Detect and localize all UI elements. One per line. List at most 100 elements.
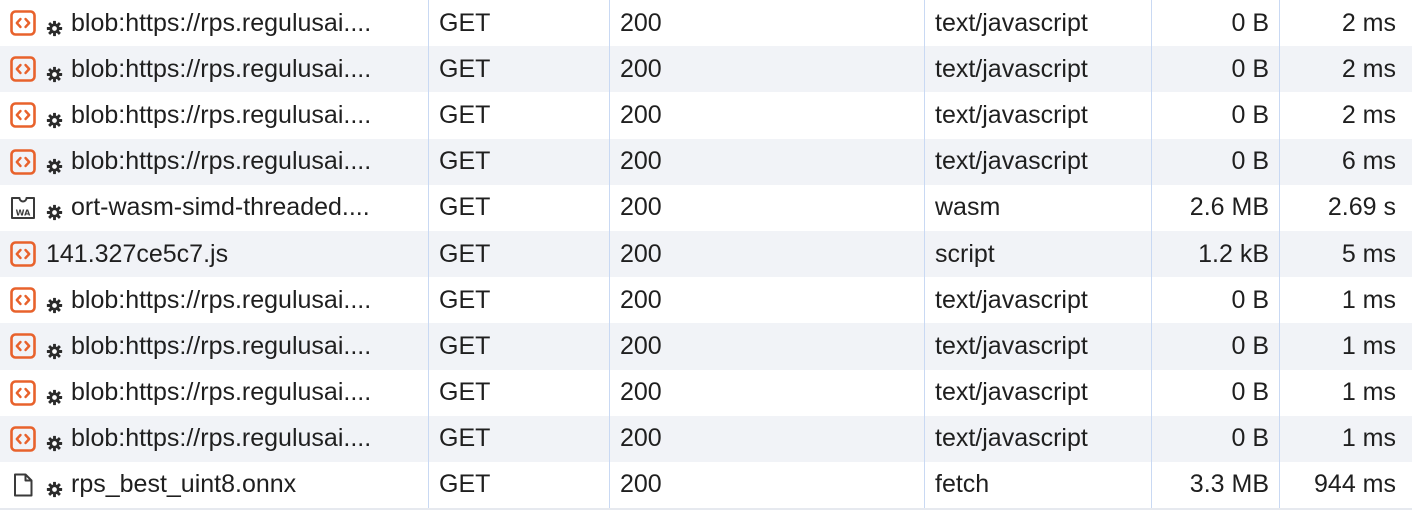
table-row[interactable]: blob:https://rps.regulusai.... GET 200 t…: [0, 0, 1412, 47]
table-row[interactable]: WA ort-wasm-simd-threaded.... GET 200 wa…: [0, 184, 1412, 231]
request-status: 200: [620, 100, 662, 129]
request-size: 0 B: [1231, 147, 1269, 176]
request-method: GET: [439, 424, 491, 453]
type-cell: text/javascript: [925, 138, 1152, 185]
script-icon: [10, 56, 36, 83]
request-size: 0 B: [1231, 331, 1269, 360]
request-type: text/javascript: [935, 147, 1088, 176]
time-cell: 1 ms: [1280, 370, 1412, 416]
name-cell[interactable]: blob:https://rps.regulusai....: [0, 46, 429, 93]
network-request-table: blob:https://rps.regulusai.... GET 200 t…: [0, 0, 1412, 510]
script-icon: [10, 333, 36, 360]
time-cell: 944 ms: [1280, 462, 1412, 508]
table-row[interactable]: blob:https://rps.regulusai.... GET 200 t…: [0, 323, 1412, 370]
request-method: GET: [439, 100, 491, 129]
gear-icon: [46, 61, 63, 82]
name-cell[interactable]: 141.327ce5c7.js: [0, 230, 429, 278]
type-cell: text/javascript: [925, 369, 1152, 416]
type-cell: script: [925, 230, 1152, 278]
name-cell[interactable]: blob:https://rps.regulusai....: [0, 369, 429, 416]
status-cell: 200: [610, 369, 925, 416]
name-cell[interactable]: WA ort-wasm-simd-threaded....: [0, 184, 429, 231]
request-time: 2 ms: [1341, 100, 1396, 129]
request-name: blob:https://rps.regulusai....: [71, 424, 372, 453]
time-cell: 2 ms: [1280, 92, 1412, 138]
script-icon: [10, 379, 36, 406]
request-type: text/javascript: [935, 378, 1088, 407]
method-cell: GET: [429, 277, 610, 324]
method-cell: GET: [429, 230, 610, 278]
gear-icon: [46, 153, 63, 175]
request-name: rps_best_uint8.onnx: [71, 470, 297, 499]
name-cell[interactable]: rps_best_uint8.onnx: [0, 461, 429, 509]
request-name: blob:https://rps.regulusai....: [71, 54, 372, 83]
request-name: blob:https://rps.regulusai....: [71, 378, 372, 407]
request-method: GET: [439, 54, 491, 83]
request-size: 0 B: [1231, 8, 1269, 37]
table-row[interactable]: rps_best_uint8.onnx GET 200 fetch 3.3 MB…: [0, 461, 1412, 509]
table-row[interactable]: blob:https://rps.regulusai.... GET 200 t…: [0, 369, 1412, 416]
table-row[interactable]: blob:https://rps.regulusai.... GET 200 t…: [0, 138, 1412, 185]
gear-icon: [46, 15, 63, 36]
gear-icon: [46, 430, 63, 452]
request-method: GET: [439, 147, 491, 176]
request-time: 5 ms: [1341, 239, 1396, 268]
name-cell[interactable]: blob:https://rps.regulusai....: [0, 92, 429, 139]
request-rows: blob:https://rps.regulusai.... GET 200 t…: [0, 0, 1412, 509]
time-cell: 1 ms: [1280, 323, 1412, 369]
request-status: 200: [620, 8, 662, 37]
request-status: 200: [620, 470, 662, 499]
request-size: 0 B: [1231, 54, 1269, 83]
request-status: 200: [620, 331, 662, 360]
script-icon: [10, 241, 36, 267]
request-size: 3.3 MB: [1189, 470, 1269, 499]
name-cell[interactable]: blob:https://rps.regulusai....: [0, 138, 429, 185]
request-size: 0 B: [1231, 100, 1269, 129]
request-size: 0 B: [1231, 285, 1269, 314]
size-cell: 0 B: [1152, 0, 1280, 47]
table-row[interactable]: blob:https://rps.regulusai.... GET 200 t…: [0, 46, 1412, 93]
request-method: GET: [439, 8, 491, 37]
request-status: 200: [620, 54, 662, 83]
name-cell[interactable]: blob:https://rps.regulusai....: [0, 323, 429, 370]
size-cell: 0 B: [1152, 92, 1280, 139]
table-row[interactable]: blob:https://rps.regulusai.... GET 200 t…: [0, 277, 1412, 324]
gear-icon: [46, 384, 63, 406]
time-cell: 5 ms: [1280, 231, 1412, 277]
size-cell: 2.6 MB: [1152, 184, 1280, 231]
request-method: GET: [439, 239, 491, 268]
method-cell: GET: [429, 138, 610, 185]
type-cell: text/javascript: [925, 323, 1152, 370]
request-status: 200: [620, 147, 662, 176]
request-type: text/javascript: [935, 331, 1088, 360]
status-cell: 200: [610, 138, 925, 185]
script-icon: [10, 148, 36, 175]
type-cell: text/javascript: [925, 46, 1152, 93]
request-size: 0 B: [1231, 378, 1269, 407]
request-time: 1 ms: [1341, 378, 1396, 407]
time-cell: 6 ms: [1280, 139, 1412, 185]
time-cell: 2 ms: [1280, 46, 1412, 92]
table-row[interactable]: blob:https://rps.regulusai.... GET 200 t…: [0, 415, 1412, 462]
request-name: blob:https://rps.regulusai....: [71, 8, 372, 37]
request-name: blob:https://rps.regulusai....: [71, 147, 372, 176]
table-row[interactable]: blob:https://rps.regulusai.... GET 200 t…: [0, 92, 1412, 139]
type-cell: text/javascript: [925, 0, 1152, 47]
request-status: 200: [620, 378, 662, 407]
table-row[interactable]: 141.327ce5c7.js GET 200 script 1.2 kB 5 …: [0, 230, 1412, 278]
name-cell[interactable]: blob:https://rps.regulusai....: [0, 415, 429, 462]
request-size: 2.6 MB: [1189, 193, 1269, 222]
request-status: 200: [620, 193, 662, 222]
type-cell: text/javascript: [925, 92, 1152, 139]
request-time: 1 ms: [1341, 331, 1396, 360]
status-cell: 200: [610, 415, 925, 462]
name-cell[interactable]: blob:https://rps.regulusai....: [0, 277, 429, 324]
method-cell: GET: [429, 184, 610, 231]
gear-icon: [46, 338, 63, 360]
time-cell: 1 ms: [1280, 277, 1412, 323]
document-icon: [10, 472, 36, 498]
request-method: GET: [439, 193, 491, 222]
size-cell: 0 B: [1152, 369, 1280, 416]
name-cell[interactable]: blob:https://rps.regulusai....: [0, 0, 429, 47]
method-cell: GET: [429, 415, 610, 462]
